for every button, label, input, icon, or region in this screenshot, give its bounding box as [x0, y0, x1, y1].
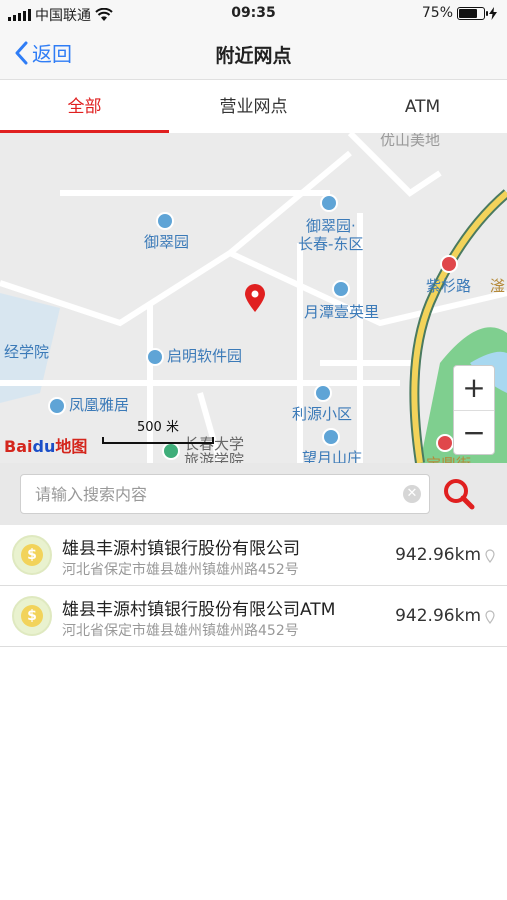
search-field: ✕ — [20, 474, 430, 514]
map-poi: 启明软件园 — [167, 347, 243, 365]
search-button[interactable] — [440, 475, 480, 513]
branch-distance: 942.96km — [395, 545, 481, 565]
branch-name: 雄县丰源村镇银行股份有限公司 — [62, 539, 300, 559]
scale-bar — [102, 437, 214, 444]
map-poi-marker — [440, 254, 461, 273]
map-poi-marker: 凤凰雅居 — [48, 394, 129, 415]
map-poi-marker: 启明软件园 — [146, 345, 242, 366]
coin-icon: $ — [12, 535, 52, 575]
map-poi-marker — [156, 211, 177, 230]
zoom-in-button[interactable]: + — [454, 366, 494, 410]
map-poi-marker — [314, 383, 335, 402]
map-poi: 旅游学院 — [184, 451, 245, 463]
zoom-controls: + − — [453, 365, 495, 455]
branch-list: $ 雄县丰源村镇银行股份有限公司 河北省保定市雄县雄州镇雄州路452号 942.… — [0, 525, 507, 647]
map-poi-marker — [332, 279, 353, 298]
map-poi: 经学院 — [4, 343, 50, 361]
battery-percent: 75% — [421, 5, 453, 21]
zoom-out-button[interactable]: − — [454, 410, 494, 454]
baidu-map-logo: Baidu地图 — [4, 433, 87, 457]
tab-atm[interactable]: ATM — [338, 81, 507, 133]
list-item[interactable]: $ 雄县丰源村镇银行股份有限公司 河北省保定市雄县雄州镇雄州路452号 942.… — [0, 525, 507, 586]
logo-bai: Bai — [4, 437, 33, 456]
branch-distance: 942.96km — [395, 606, 481, 626]
map-poi: 优山美地 — [380, 133, 441, 149]
branch-address: 河北省保定市雄县雄州镇雄州路452号 — [62, 623, 299, 639]
branch-address: 河北省保定市雄县雄州镇雄州路452号 — [62, 562, 299, 578]
map-poi-marker — [320, 193, 341, 212]
logo-du: du — [32, 437, 56, 456]
search-input[interactable] — [21, 475, 391, 513]
map-poi-marker — [322, 427, 343, 446]
location-icon — [485, 610, 495, 624]
map-poi: 望月山庄 — [302, 449, 363, 463]
map-poi: 凤凰雅居 — [69, 396, 130, 414]
coin-icon: $ — [12, 596, 52, 636]
scale-label: 500 米 — [137, 420, 179, 435]
navigation-bar: 返回 附近网点 — [0, 28, 507, 80]
map-scale: 500 米 — [102, 416, 214, 444]
map-poi: 利源小区 — [292, 405, 353, 423]
search-bar: ✕ — [0, 463, 507, 525]
clear-icon[interactable]: ✕ — [403, 485, 421, 503]
charging-icon — [489, 6, 497, 20]
location-icon — [485, 549, 495, 563]
tab-all[interactable]: 全部 — [0, 81, 169, 133]
status-bar: 中国联通 09:35 75% — [0, 0, 507, 28]
map-poi: 紫杉路 — [426, 277, 472, 295]
list-item[interactable]: $ 雄县丰源村镇银行股份有限公司ATM 河北省保定市雄县雄州镇雄州路452号 9… — [0, 586, 507, 647]
map-poi: 长春-东区 — [298, 235, 364, 253]
map-poi: 月潭壹英里 — [304, 303, 380, 321]
battery-icon — [457, 6, 488, 20]
branch-name: 雄县丰源村镇银行股份有限公司ATM — [62, 600, 336, 620]
tab-branches[interactable]: 营业网点 — [169, 81, 338, 133]
filter-tabs: 全部 营业网点 ATM — [0, 81, 507, 133]
location-pin-icon[interactable] — [244, 283, 266, 313]
logo-map: 地图 — [55, 437, 88, 456]
map-view[interactable]: 优山美地 御翠园· 长春-东区 御翠园 紫杉路 月潭壹英里 经学院 启明软件园 … — [0, 133, 507, 463]
map-poi: 滏 — [490, 277, 506, 295]
page-title: 附近网点 — [215, 45, 292, 67]
map-poi: 御翠园 — [144, 233, 190, 251]
